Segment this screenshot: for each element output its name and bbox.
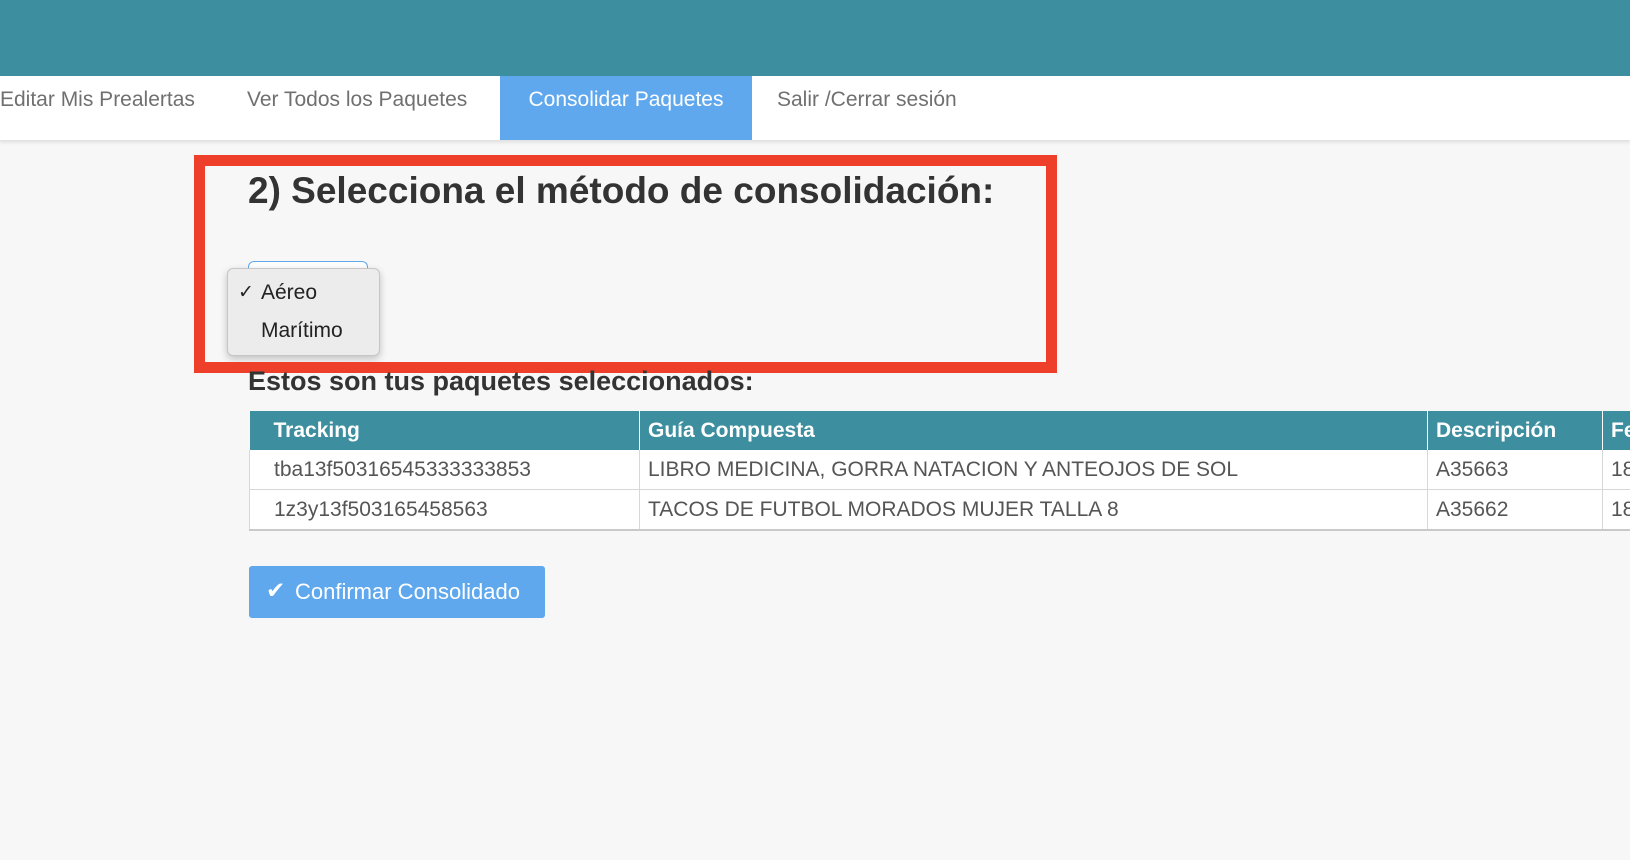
- nav-tab-ver-paquetes[interactable]: Ver Todos los Paquetes: [247, 76, 467, 140]
- column-header-tracking: Tracking: [249, 411, 640, 450]
- selected-packages-heading: Estos son tus paquetes seleccionados:: [248, 366, 754, 396]
- nav-tab-cerrar-sesion[interactable]: Salir /Cerrar sesión: [777, 76, 957, 140]
- table-header-row: Tracking Guía Compuesta Descripción Fe: [249, 411, 1630, 450]
- nav-tab-editar-prealertas[interactable]: Editar Mis Prealertas: [0, 76, 195, 140]
- cell-guia: TACOS DE FUTBOL MORADOS MUJER TALLA 8: [639, 489, 1428, 531]
- column-header-fecha: Fe: [1602, 411, 1630, 450]
- method-dropdown-menu: ✓ Aéreo Marítimo: [227, 268, 380, 356]
- check-icon: ✔: [266, 577, 286, 603]
- method-option-label: Marítimo: [261, 319, 343, 342]
- top-banner: [0, 0, 1630, 76]
- check-icon: ✓: [238, 282, 254, 303]
- cell-guia: LIBRO MEDICINA, GORRA NATACION Y ANTEOJO…: [639, 450, 1428, 490]
- column-header-guia: Guía Compuesta: [639, 411, 1428, 450]
- table-row: tba13f50316545333333853 LIBRO MEDICINA, …: [249, 450, 1630, 490]
- step-title: 2) Selecciona el método de consolidación…: [248, 170, 995, 211]
- cell-descripcion: A35662: [1427, 489, 1603, 531]
- table-row: 1z3y13f503165458563 TACOS DE FUTBOL MORA…: [249, 489, 1630, 531]
- confirm-consolidation-button[interactable]: ✔ Confirmar Consolidado: [249, 566, 545, 618]
- main-navbar: Editar Mis Prealertas Ver Todos los Paqu…: [0, 76, 1630, 141]
- column-header-descripcion: Descripción: [1427, 411, 1603, 450]
- packages-table: Tracking Guía Compuesta Descripción Fe t…: [249, 411, 1630, 531]
- method-option-aereo[interactable]: ✓ Aéreo: [228, 275, 379, 311]
- cell-tracking: tba13f50316545333333853: [249, 450, 640, 490]
- method-option-label: Aéreo: [261, 281, 318, 304]
- cell-fecha: 18: [1602, 450, 1630, 490]
- method-option-maritimo[interactable]: Marítimo: [228, 313, 379, 349]
- cell-tracking: 1z3y13f503165458563: [249, 489, 640, 531]
- cell-fecha: 18: [1602, 489, 1630, 531]
- nav-tab-consolidar-paquetes[interactable]: Consolidar Paquetes: [500, 76, 752, 140]
- confirm-button-label: Confirmar Consolidado: [295, 579, 520, 604]
- cell-descripcion: A35663: [1427, 450, 1603, 490]
